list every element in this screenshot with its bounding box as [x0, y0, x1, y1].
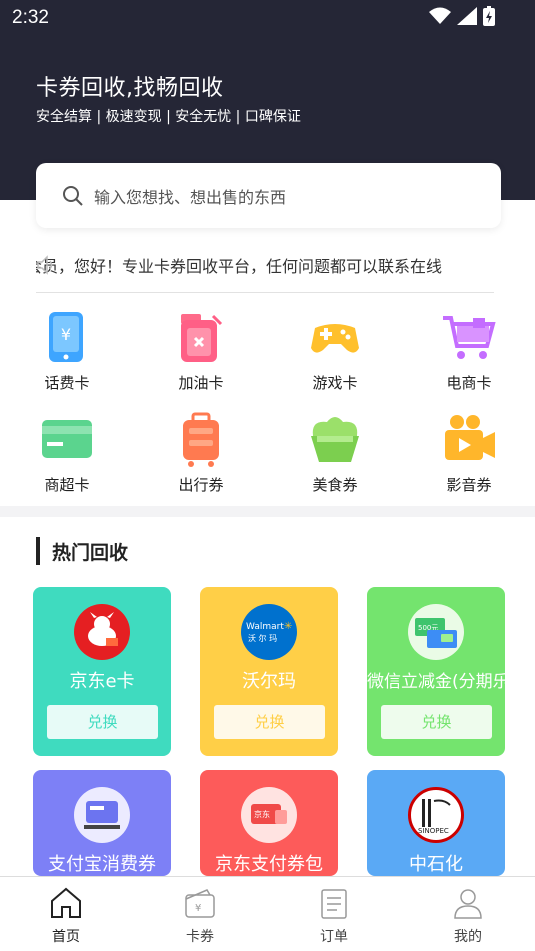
category-label: 加油卡	[178, 374, 224, 392]
card-name: 京东支付券包	[215, 854, 323, 875]
tab-label: 我的	[454, 929, 482, 945]
notice-bar[interactable]: 会员，您好！专业卡券回收平台，任何问题都可以联系在线	[36, 248, 494, 282]
redeem-button[interactable]: 兑换	[214, 705, 325, 739]
wechat-voucher-logo: 500元	[408, 604, 464, 660]
wallet-icon: ¥	[185, 889, 215, 918]
category-ecommerce-card[interactable]: 电商卡	[424, 310, 514, 393]
tab-cards[interactable]: ¥ 卡券	[160, 887, 240, 946]
status-icons	[429, 6, 495, 26]
voucher-icon	[84, 801, 120, 829]
card-name: 支付宝消费券	[48, 854, 156, 875]
category-label: 话费卡	[44, 374, 90, 392]
profile-icon	[454, 889, 482, 919]
wifi-icon	[429, 7, 451, 24]
jd-dog-icon	[88, 612, 118, 646]
search-placeholder: 输入您想找、想出售的东西	[94, 187, 287, 207]
category-label: 影音券	[446, 476, 492, 494]
svg-text:¥: ¥	[61, 325, 71, 344]
category-game-card[interactable]: 游戏卡	[290, 310, 380, 393]
card-name: 中石化	[409, 854, 463, 875]
walmart-logo: Walmart ✳ 沃 尔 玛	[241, 604, 297, 660]
card-name: 沃尔玛	[242, 671, 296, 692]
svg-text:SINOPEC: SINOPEC	[418, 827, 449, 835]
phone-card-icon: ¥	[49, 312, 83, 362]
bank-card-icon	[42, 420, 92, 458]
divider	[36, 292, 494, 293]
page-subtitle: 安全结算 | 极速变现 | 安全无忧 | 口碑保证	[36, 109, 301, 125]
category-label: 电商卡	[446, 374, 492, 392]
svg-text:京东: 京东	[254, 809, 270, 819]
card-wechat-discount[interactable]: 500元 微信立减金(分期乐) 兑换	[367, 587, 505, 756]
svg-text:Walmart: Walmart	[246, 622, 284, 632]
tab-label: 首页	[52, 929, 80, 945]
sinopec-logo: SINOPEC	[408, 787, 464, 843]
alipay-voucher-logo	[74, 787, 130, 843]
search-input[interactable]: 输入您想找、想出售的东西	[36, 163, 501, 228]
section-marker	[36, 537, 40, 565]
jd-pay-logo: 京东	[241, 787, 297, 843]
card-name: 京东e卡	[69, 671, 135, 692]
card-jd-ecard[interactable]: 京东e卡 兑换	[33, 587, 171, 756]
category-fuel-card[interactable]: 加油卡	[156, 310, 246, 393]
battery-icon	[483, 6, 495, 26]
page-title: 卡券回收,找畅回收	[36, 76, 224, 101]
category-phone-card[interactable]: ¥ 话费卡	[22, 310, 112, 393]
tab-orders[interactable]: 订单	[294, 887, 374, 946]
card-walmart[interactable]: Walmart ✳ 沃 尔 玛 沃尔玛 兑换	[200, 587, 338, 756]
search-icon	[63, 185, 83, 206]
svg-text:沃 尔 玛: 沃 尔 玛	[248, 633, 277, 643]
card-alipay-voucher[interactable]: 支付宝消费券	[33, 770, 171, 876]
video-camera-icon	[445, 415, 495, 460]
food-icon	[311, 417, 359, 462]
voucher-icon: 500元	[415, 618, 457, 648]
sinopec-emblem-icon: SINOPEC	[418, 799, 451, 835]
card-sinopec[interactable]: SINOPEC 中石化	[367, 770, 505, 876]
notice-text: 会员，您好！专业卡券回收平台，任何问题都可以联系在线	[36, 257, 443, 276]
category-food-voucher[interactable]: 美食券	[290, 412, 380, 495]
tab-label: 卡券	[186, 929, 214, 945]
shopping-cart-icon	[443, 316, 496, 359]
voucher-icon: 京东	[251, 804, 287, 824]
status-time: 2:32	[12, 7, 49, 28]
tab-home[interactable]: 首页	[26, 887, 106, 946]
tab-label: 订单	[320, 929, 348, 945]
signal-icon	[457, 7, 477, 25]
home-icon	[51, 887, 81, 918]
tab-profile[interactable]: 我的	[428, 887, 508, 946]
redeem-button[interactable]: 兑换	[381, 705, 492, 739]
category-label: 游戏卡	[312, 374, 358, 392]
redeem-button[interactable]: 兑换	[47, 705, 158, 739]
svg-text:¥: ¥	[195, 903, 201, 914]
fuel-can-icon	[181, 314, 223, 362]
status-bar: 2:32	[0, 0, 535, 38]
svg-text:✳: ✳	[284, 621, 292, 632]
category-label: 商超卡	[44, 476, 90, 494]
jd-logo	[74, 604, 130, 660]
card-name: 微信立减金(分期乐)	[367, 672, 505, 692]
category-label: 出行券	[178, 476, 224, 494]
category-label: 美食券	[312, 476, 358, 494]
category-supermarket-card[interactable]: 商超卡	[22, 412, 112, 495]
card-jd-pay-voucher[interactable]: 京东 京东支付券包	[200, 770, 338, 876]
category-travel-voucher[interactable]: 出行券	[156, 412, 246, 495]
suitcase-icon	[183, 412, 219, 467]
walmart-wordmark-icon: Walmart ✳ 沃 尔 玛	[246, 621, 292, 643]
gamepad-icon	[311, 324, 359, 353]
section-title: 热门回收	[52, 542, 129, 564]
order-icon	[321, 889, 347, 919]
speaker-icon	[37, 255, 53, 275]
bottom-tab-bar: 首页 ¥ 卡券 订单 我的	[0, 876, 535, 951]
category-media-voucher[interactable]: 影音券	[424, 412, 514, 495]
